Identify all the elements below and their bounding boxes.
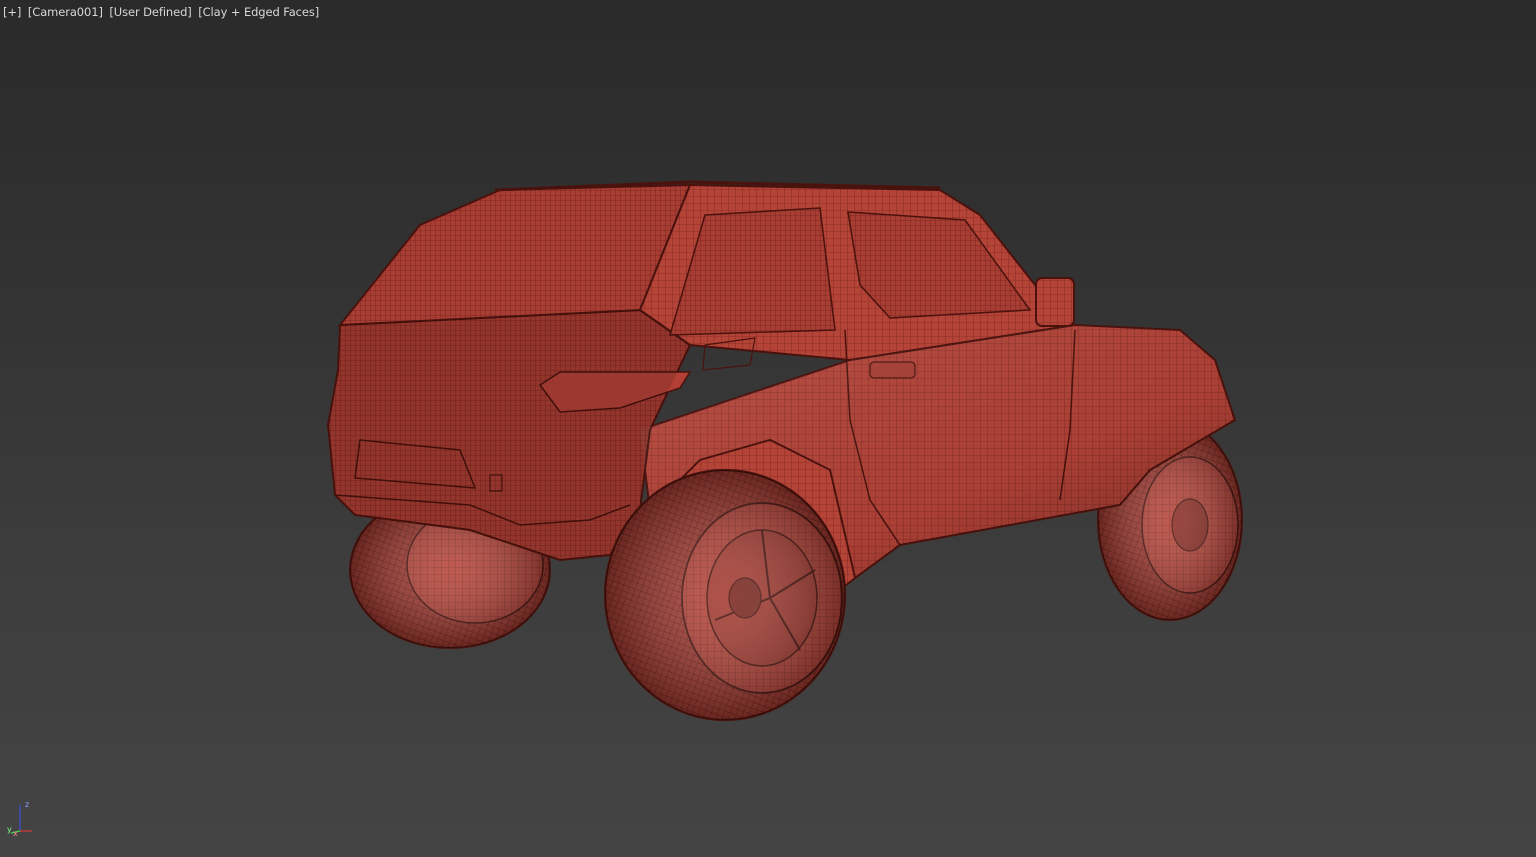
- axis-z-label: z: [25, 800, 29, 809]
- axis-y-label: y: [7, 825, 12, 834]
- axis-gizmo-icon: z y x: [7, 800, 32, 837]
- axis-x-label: x: [13, 829, 18, 837]
- suv-model[interactable]: [0, 0, 1536, 857]
- rear-right-wheel: [603, 468, 847, 722]
- perspective-viewport[interactable]: [+] [Camera001] [User Defined] [Clay + E…: [0, 0, 1536, 857]
